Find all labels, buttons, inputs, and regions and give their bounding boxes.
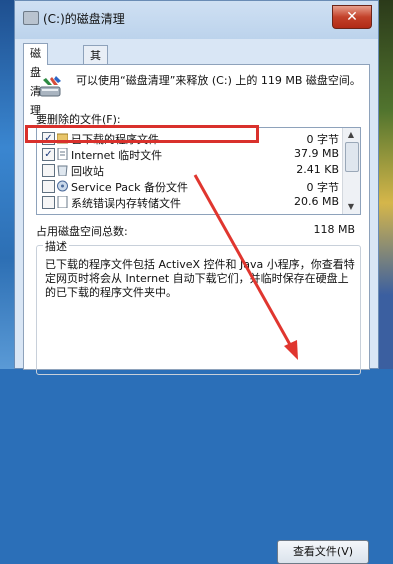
checkbox[interactable] xyxy=(42,196,55,209)
description-group: 描述 已下载的程序文件包括 ActiveX 控件和 Java 小程序，你查看特定… xyxy=(36,238,369,564)
file-category-size: 2.41 KB xyxy=(296,163,339,176)
checkbox[interactable] xyxy=(42,180,55,193)
close-button[interactable]: ✕ xyxy=(332,5,372,29)
checkbox[interactable] xyxy=(42,164,55,177)
tab-panel: 可以使用“磁盘清理”来释放 (C:) 上的 119 MB 磁盘空间。 要删除的文… xyxy=(23,64,370,564)
file-category-size: 0 字节 xyxy=(306,181,340,194)
service-pack-icon xyxy=(57,180,68,192)
disk-cleanup-window: (C:)的磁盘清理 ✕ 磁盘清理 其他选项 可以使用“磁盘清理”来释放 (C:)… xyxy=(14,0,379,564)
desktop-background-left xyxy=(0,0,14,369)
title-bar[interactable]: (C:)的磁盘清理 ✕ xyxy=(15,1,378,39)
drive-icon xyxy=(23,11,39,25)
total-space-value: 118 MB xyxy=(313,223,355,236)
list-item[interactable]: Service Pack 备份文件 0 字节 xyxy=(37,179,343,194)
description-text: 已下载的程序文件包括 ActiveX 控件和 Java 小程序，你查看特定网页时… xyxy=(45,258,355,299)
file-category-size: 0 字节 xyxy=(306,133,340,146)
list-scrollbar[interactable]: ▲ ▼ xyxy=(342,128,360,214)
total-space-label: 占用磁盘空间总数: xyxy=(36,225,128,238)
file-category-name: Service Pack 备份文件 xyxy=(71,181,188,194)
file-category-name: 回收站 xyxy=(71,165,104,178)
document-icon xyxy=(57,196,68,208)
list-item[interactable]: 回收站 2.41 KB xyxy=(37,163,343,178)
scroll-down-arrow-icon[interactable]: ▼ xyxy=(345,201,357,213)
desktop-background-right xyxy=(379,0,393,369)
tab-disk-cleanup[interactable]: 磁盘清理 xyxy=(23,43,48,117)
scroll-up-arrow-icon[interactable]: ▲ xyxy=(345,129,357,141)
disk-cleanup-icon xyxy=(39,76,61,97)
list-item[interactable]: ✓ Internet 临时文件 37.9 MB xyxy=(37,147,343,162)
file-category-name: Internet 临时文件 xyxy=(71,149,163,162)
list-item[interactable]: 系统错误内存转储文件 20.6 MB xyxy=(37,195,343,210)
window-title: (C:)的磁盘清理 xyxy=(43,12,125,26)
annotation-highlight-box xyxy=(25,125,259,143)
file-category-size: 20.6 MB xyxy=(293,195,339,208)
intro-text: 可以使用“磁盘清理”来释放 (C:) 上的 119 MB 磁盘空间。 xyxy=(76,74,361,87)
scroll-thumb[interactable] xyxy=(345,142,359,172)
description-title: 描述 xyxy=(43,238,69,254)
recycle-bin-icon xyxy=(57,165,68,176)
tab-more-options[interactable]: 其他选项 xyxy=(83,45,108,119)
file-category-name: 系统错误内存转储文件 xyxy=(71,197,181,210)
view-files-button[interactable]: 查看文件(V) xyxy=(277,540,369,564)
checkbox[interactable]: ✓ xyxy=(42,148,55,161)
file-category-size: 37.9 MB xyxy=(293,147,339,160)
document-icon xyxy=(57,148,68,160)
